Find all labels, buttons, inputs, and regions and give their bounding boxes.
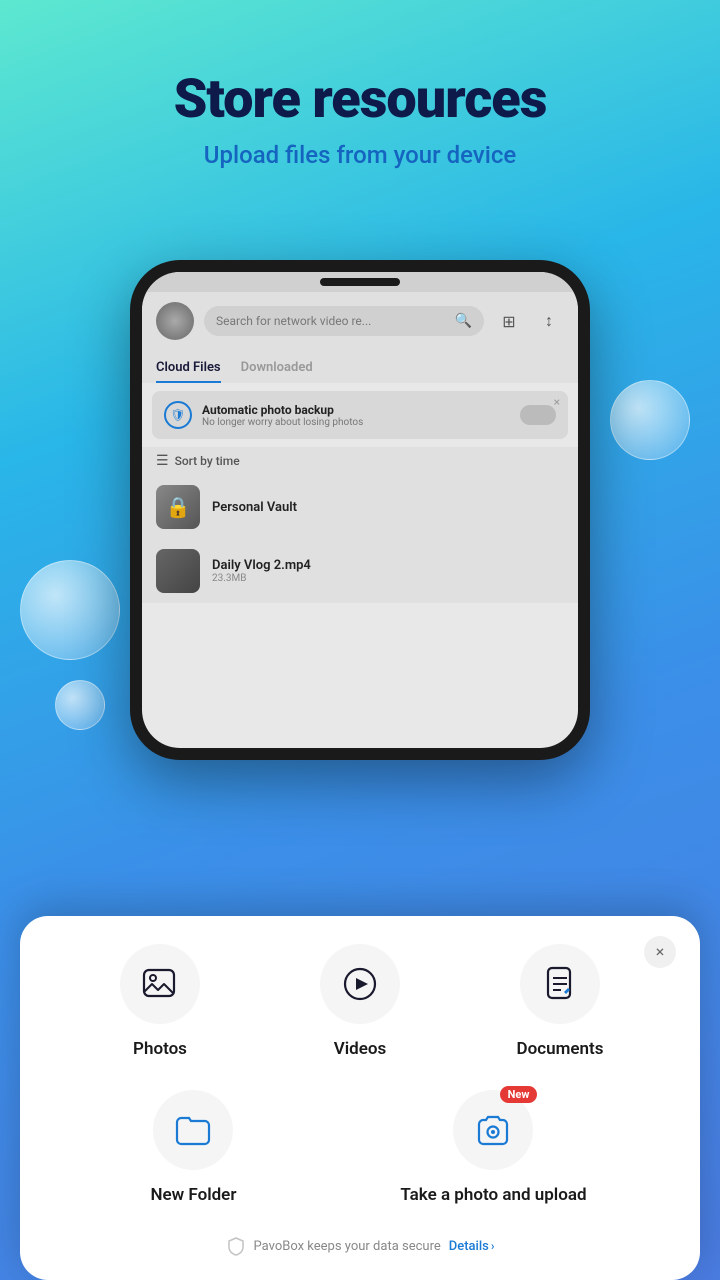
shield-icon: 🛡: [164, 401, 192, 429]
close-banner-button[interactable]: ×: [554, 395, 560, 409]
backup-banner: 🛡 Automatic photo backup No longer worry…: [152, 391, 568, 439]
documents-label: Documents: [517, 1038, 604, 1060]
backup-title: Automatic photo backup: [202, 403, 510, 417]
search-placeholder: Search for network video re...: [216, 314, 449, 328]
phone-mockup: Search for network video re... 🔍 ⊞ ↕ Clo…: [130, 260, 590, 760]
sort-label: Sort by time: [175, 454, 240, 468]
security-footer: PavoBox keeps your data secure Details ›: [60, 1236, 660, 1256]
details-link[interactable]: Details ›: [449, 1239, 495, 1254]
videos-icon: [340, 964, 380, 1004]
chevron-right-icon: ›: [491, 1239, 495, 1253]
bubble-decoration: [55, 680, 105, 730]
header-section: Store resources Upload files from your d…: [0, 0, 720, 199]
new-folder-icon-wrap: [153, 1090, 233, 1170]
backup-subtitle: No longer worry about losing photos: [202, 417, 510, 428]
tab-downloaded[interactable]: Downloaded: [241, 354, 313, 383]
security-text: PavoBox keeps your data secure: [254, 1239, 441, 1254]
app-bar: Search for network video re... 🔍 ⊞ ↕: [142, 292, 578, 350]
backup-text: Automatic photo backup No longer worry a…: [202, 403, 510, 428]
videos-icon-wrap: [320, 944, 400, 1024]
page-subtitle: Upload files from your device: [0, 141, 720, 169]
sheet-item-videos[interactable]: Videos: [300, 944, 420, 1060]
sheet-row-1: Photos Videos D: [60, 944, 660, 1060]
phone-notch: [320, 278, 400, 286]
sort-list-icon: ☰: [156, 453, 169, 469]
avatar-image: [156, 302, 194, 340]
security-shield-icon: [226, 1236, 246, 1256]
avatar[interactable]: [156, 302, 194, 340]
new-folder-icon: [173, 1110, 213, 1150]
sheet-item-take-photo[interactable]: New Take a photo and upload: [400, 1090, 586, 1206]
sheet-item-new-folder[interactable]: New Folder: [133, 1090, 253, 1206]
videos-label: Videos: [334, 1038, 387, 1060]
page-title: Store resources: [0, 70, 720, 129]
vault-thumbnail: 🔒: [156, 485, 200, 529]
take-photo-label: Take a photo and upload: [400, 1184, 586, 1206]
new-badge: New: [500, 1086, 538, 1103]
documents-icon: [540, 964, 580, 1004]
search-bar[interactable]: Search for network video re... 🔍: [204, 306, 484, 336]
sheet-item-documents[interactable]: Documents: [500, 944, 620, 1060]
photos-icon: [140, 964, 180, 1004]
sort-icon[interactable]: ↕: [534, 306, 564, 336]
phone-status-bar: [142, 272, 578, 292]
bubble-decoration: [610, 380, 690, 460]
take-photo-icon-wrap: New: [453, 1090, 533, 1170]
camera-icon: [473, 1110, 513, 1150]
photos-icon-wrap: [120, 944, 200, 1024]
filter-icon[interactable]: ⊞: [494, 306, 524, 336]
photos-label: Photos: [133, 1038, 187, 1060]
documents-icon-wrap: [520, 944, 600, 1024]
search-icon: 🔍: [455, 313, 472, 329]
bubble-decoration: [20, 560, 120, 660]
file-item-video[interactable]: Daily Vlog 2.mp4 23.3MB: [142, 539, 578, 603]
tabs-row: Cloud Files Downloaded: [142, 350, 578, 383]
video-thumbnail: [156, 549, 200, 593]
backup-toggle[interactable]: [520, 405, 556, 425]
file-item-vault[interactable]: 🔒 Personal Vault: [142, 475, 578, 539]
video-info: Daily Vlog 2.mp4 23.3MB: [212, 558, 311, 584]
bottom-sheet: × Photos Videos: [20, 916, 700, 1280]
tab-cloud-files[interactable]: Cloud Files: [156, 354, 221, 383]
sheet-item-photos[interactable]: Photos: [100, 944, 220, 1060]
phone-screen: Search for network video re... 🔍 ⊞ ↕ Clo…: [142, 272, 578, 748]
new-folder-label: New Folder: [150, 1184, 236, 1206]
sort-row[interactable]: ☰ Sort by time: [142, 447, 578, 475]
sheet-row-2: New Folder New Take a photo and upload: [60, 1090, 660, 1206]
close-sheet-button[interactable]: ×: [644, 936, 676, 968]
vault-name: Personal Vault: [212, 500, 297, 515]
